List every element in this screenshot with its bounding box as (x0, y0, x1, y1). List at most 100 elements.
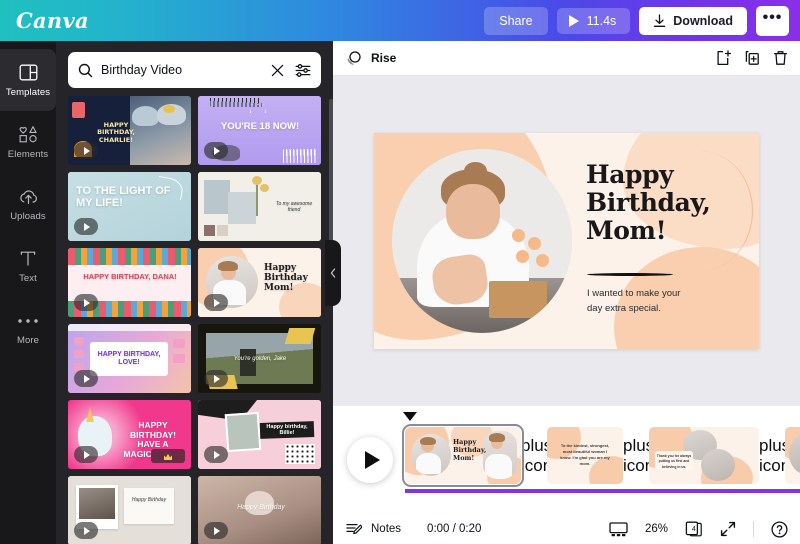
collapse-panel-handle[interactable] (325, 240, 341, 306)
presenter-view-icon[interactable] (609, 521, 628, 537)
template-card[interactable]: HAPPY BIRTHDAY, CHARLIE! (68, 96, 191, 165)
status-bar-right: 26% 4 (609, 520, 788, 538)
transition-icon[interactable] (346, 50, 362, 66)
filter-sliders-icon[interactable] (295, 63, 311, 78)
top-toolbar-actions: Share 11.4s Download ••• (484, 5, 800, 36)
sidebar-item-label: More (16, 334, 40, 346)
slide-title-line-2: Birthday, (586, 188, 711, 217)
slide-canvas[interactable]: Happy Birthday, Mom! I wanted to make yo… (374, 133, 759, 349)
play-icon (364, 451, 380, 469)
play-icon[interactable] (204, 294, 228, 311)
download-icon (654, 13, 666, 27)
template-card[interactable]: To my awesome friend (198, 172, 321, 241)
timeline-progress-bar[interactable] (405, 489, 800, 493)
template-card[interactable]: You're golden, Jake (198, 324, 321, 393)
play-icon[interactable] (204, 522, 228, 539)
play-icon[interactable] (74, 218, 98, 235)
play-icon[interactable] (204, 142, 228, 159)
play-icon[interactable] (74, 446, 98, 463)
template-card-label: HAPPY BIRTHDAY, DANA! (83, 272, 177, 281)
trash-icon[interactable] (773, 50, 788, 66)
template-card[interactable]: Happy Birthday (198, 476, 321, 544)
timeline-clip[interactable]: To the kindest, strongest, most beautifu… (547, 427, 623, 484)
play-icon[interactable] (74, 522, 98, 539)
notes-icon[interactable] (346, 522, 362, 537)
video-duration-label: 11.4s (586, 13, 617, 28)
search-box[interactable]: Birthday Video (68, 52, 321, 88)
timeline-clip[interactable]: You've got a place in my heart forever. … (785, 427, 800, 484)
template-card-label: YOU'RE 18 NOW! (220, 121, 300, 132)
template-card-label: Happy Birthday (237, 504, 285, 511)
template-card-label: To my awesome friend (275, 201, 313, 213)
expand-icon[interactable] (720, 521, 736, 537)
play-icon[interactable] (204, 446, 228, 463)
add-clip-button[interactable]: plus-icon (623, 436, 660, 476)
sidebar-item-label: Elements (7, 148, 49, 160)
sidebar-item-text[interactable]: Text (0, 235, 56, 297)
template-card[interactable]: TO THE LIGHT OF MY LIFE! (68, 172, 191, 241)
timeline-clip[interactable]: Thank you for always putting us first an… (649, 427, 759, 484)
add-clip-button[interactable]: plus-icon (521, 436, 558, 476)
page-name-label[interactable]: Rise (371, 51, 396, 65)
photo-flowers (505, 228, 552, 283)
share-button[interactable]: Share (484, 6, 548, 35)
panel-scrollbar[interactable] (329, 99, 333, 249)
timeline-clip[interactable]: Happy Birthday, Mom! (402, 424, 524, 487)
sidebar-item-templates[interactable]: Templates (0, 49, 56, 111)
template-card-label: TO THE LIGHT OF MY LIFE! (76, 185, 171, 209)
canvas-area[interactable]: Happy Birthday, Mom! I wanted to make yo… (333, 76, 800, 406)
notes-label[interactable]: Notes (371, 523, 401, 535)
template-card-label: You're golden, Jake (233, 356, 287, 362)
play-icon[interactable] (204, 370, 228, 387)
slide-subtitle[interactable]: I wanted to make your day extra special. (587, 287, 737, 316)
play-icon[interactable] (74, 370, 98, 387)
templates-icon (19, 63, 38, 83)
zoom-level[interactable]: 26% (645, 523, 668, 535)
slide-title[interactable]: Happy Birthday, Mom! (586, 161, 754, 245)
search-input[interactable]: Birthday Video (101, 63, 263, 77)
more-dots-icon (17, 311, 39, 331)
timeline-strip[interactable]: Happy Birthday, Mom! plus-icon To the ki… (333, 406, 800, 514)
status-bar: Notes 0:00 / 0:20 26% 4 (333, 514, 800, 544)
photo-box (489, 281, 547, 319)
template-card[interactable]: HAPPY BIRTHDAY, LOVE! (68, 324, 191, 393)
sidebar-item-uploads[interactable]: Uploads (0, 173, 56, 235)
slide-photo[interactable] (392, 149, 572, 333)
template-results-grid[interactable]: HAPPY BIRTHDAY, CHARLIE! YOU'RE 18 NOW! … (56, 96, 333, 544)
duplicate-page-icon[interactable] (744, 50, 760, 66)
help-icon[interactable] (771, 520, 788, 538)
timeline-clip-label: Thank you for always putting us first an… (656, 454, 692, 469)
search-icon (78, 63, 93, 77)
close-icon[interactable] (271, 64, 284, 77)
timeline: Happy Birthday, Mom! plus-icon To the ki… (333, 406, 800, 544)
template-card[interactable]: Happy Birthday (68, 476, 191, 544)
page-header: Rise (333, 41, 800, 76)
templates-panel: Birthday Video HAPPY BIRTHDAY, CHARLIE! … (56, 41, 333, 544)
slide-subtitle-line-2: day extra special. (587, 302, 661, 314)
add-clip-button[interactable]: plus-icon (759, 436, 796, 476)
play-icon[interactable] (74, 142, 98, 159)
top-toolbar: Canva Share 11.4s Download ••• (0, 0, 800, 41)
slide-title-line-1: Happy (586, 160, 674, 189)
playhead-marker[interactable] (403, 412, 417, 421)
chevron-left-icon (330, 268, 336, 278)
sidebar-item-label: Text (19, 272, 37, 284)
template-card[interactable]: Happy birthday, Billie! (198, 400, 321, 469)
preview-play-button[interactable]: 11.4s (556, 7, 631, 34)
template-card[interactable]: Happy Birthday Mom! (198, 248, 321, 317)
download-button[interactable]: Download (639, 6, 747, 35)
sidebar-item-elements[interactable]: Elements (0, 111, 56, 173)
slide-title-line-3: Mom! (586, 216, 667, 245)
play-icon[interactable] (74, 294, 98, 311)
editor-area: Rise Happy Birthday, Mom! I wanted to ma… (333, 41, 800, 544)
sidebar-item-more[interactable]: More (0, 297, 56, 359)
canva-logo[interactable]: Canva (16, 8, 89, 33)
template-card[interactable]: HAPPY BIRTHDAY! HAVE A MAGICAL DAY (68, 400, 191, 469)
canva-editor-window: Canva Share 11.4s Download ••• Templates… (0, 0, 800, 544)
timeline-play-button[interactable] (347, 437, 393, 483)
pages-icon[interactable]: 4 (685, 521, 703, 538)
template-card[interactable]: YOU'RE 18 NOW! (198, 96, 321, 165)
add-page-icon[interactable] (716, 50, 731, 66)
template-card[interactable]: HAPPY BIRTHDAY, DANA! (68, 248, 191, 317)
more-options-button[interactable]: ••• (756, 5, 789, 36)
